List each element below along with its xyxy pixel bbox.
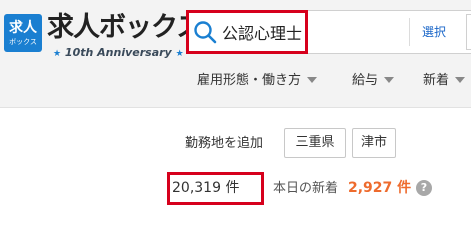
logo-badge-top: 求人 [9,20,37,36]
star-icon: ★ [175,49,184,59]
add-location-label: 勤務地を追加 [185,136,264,151]
filter-label: 雇用形態・働き方 [197,73,302,88]
search-secondary-field[interactable] [466,14,471,50]
filter-label: 新着 [423,73,450,88]
chevron-down-icon [384,76,395,83]
logo-badge-bottom: ボックス [9,38,37,46]
logo-wordmark: 求人ボックス [47,12,203,43]
search-input[interactable] [222,15,306,49]
filter-label: 給与 [352,73,379,88]
filter-new[interactable]: 新着 [423,70,466,92]
logo-badge: 求人 ボックス [4,14,42,52]
help-icon[interactable]: ? [416,180,432,196]
filter-employment-type[interactable]: 雇用形態・働き方 [197,70,318,92]
search-icon[interactable] [193,20,217,44]
location-tag-city[interactable]: 津市 [352,128,396,158]
site-logo[interactable]: 求人 ボックス 求人ボックス ★ 10th Anniversary ★ [4,10,203,62]
chevron-down-icon [455,76,466,83]
header: 求人 ボックス 求人ボックス ★ 10th Anniversary ★ 選択 雇… [0,0,471,108]
logo-anniversary: ★ 10th Anniversary ★ [53,46,184,61]
new-today-count[interactable]: 2,927 件 [348,178,411,198]
star-icon: ★ [53,49,62,59]
search-divider [409,18,410,46]
select-button[interactable]: 選択 [414,22,454,42]
location-tag-prefecture[interactable]: 三重県 [284,128,346,158]
count-highlight-annotation [167,172,264,205]
new-today-label: 本日の新着 [273,181,339,196]
filter-salary[interactable]: 給与 [352,70,395,92]
chevron-down-icon [307,76,318,83]
logo-anniversary-text: 10th Anniversary [64,46,172,59]
